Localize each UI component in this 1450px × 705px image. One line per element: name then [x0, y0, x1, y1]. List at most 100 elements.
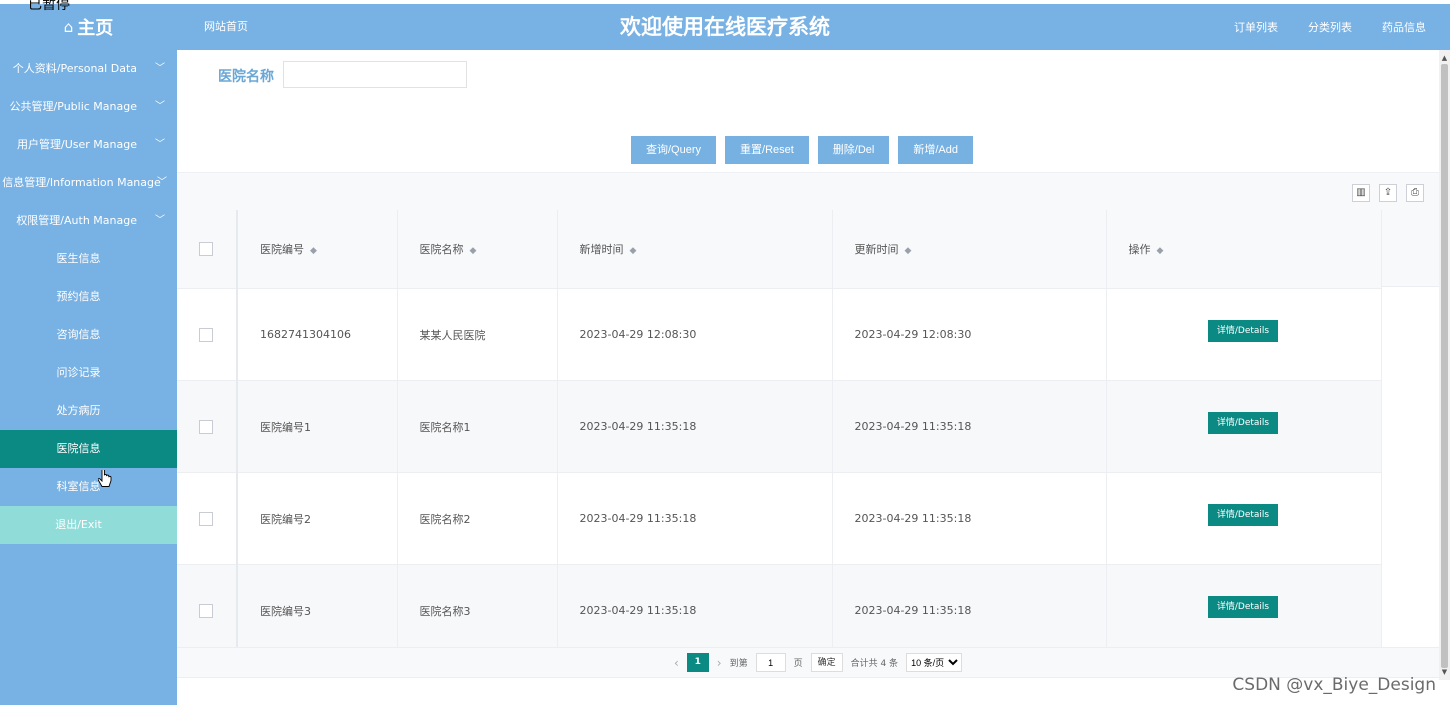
cell-updated-time: 2023-04-29 11:35:18 — [832, 472, 1107, 565]
details-button[interactable]: 详情/Details — [1207, 503, 1279, 526]
sidebar-item-consultations[interactable]: 咨询信息 — [0, 316, 177, 354]
cell-hospital-code: 医院编号2 — [237, 472, 398, 565]
delete-button[interactable]: 删除/Del — [817, 136, 890, 164]
action-button-row: 查询/Query 重置/Reset 删除/Del 新增/Add — [631, 136, 974, 164]
header-label: 更新时间 — [854, 243, 899, 256]
scroll-up-icon[interactable]: ▲ — [1439, 52, 1450, 64]
table-row: 医院编号2 医院名称2 2023-04-29 11:35:18 2023-04-… — [177, 472, 1382, 565]
header-updated-time[interactable]: 更新时间 ◆ — [832, 210, 1107, 289]
cell-hospital-name: 医院名称2 — [397, 472, 558, 565]
query-button[interactable]: 查询/Query — [631, 136, 717, 164]
sort-icon[interactable]: ◆ — [310, 246, 317, 256]
site-home-link[interactable]: 网站首页 — [204, 4, 248, 50]
sort-icon[interactable]: ◆ — [1157, 246, 1164, 256]
reset-button[interactable]: 重置/Reset — [725, 136, 809, 164]
sidebar-group-information[interactable]: 信息管理/Information Manage ﹀ — [0, 164, 177, 202]
sidebar-item-appointments[interactable]: 预约信息 — [0, 278, 177, 316]
top-link-categories[interactable]: 分类列表 — [1308, 19, 1352, 35]
home-brand-link[interactable]: ⌂ 主页 — [0, 4, 177, 50]
header-checkbox-cell — [177, 210, 238, 289]
home-icon: ⌂ — [63, 18, 74, 36]
paused-overlay-label: 已暂停 — [28, 0, 70, 13]
top-link-orders[interactable]: 订单列表 — [1234, 19, 1278, 35]
sort-icon[interactable]: ◆ — [905, 246, 912, 256]
cell-updated-time: 2023-04-29 11:35:18 — [832, 380, 1107, 473]
sidebar-group-label: 个人资料/Personal Data — [12, 62, 137, 75]
header-label: 操作 — [1128, 243, 1151, 256]
sidebar-item-exit[interactable]: 退出/Exit — [0, 506, 177, 544]
goto-page-input[interactable] — [755, 653, 786, 672]
cell-hospital-code: 1682741304106 — [237, 288, 398, 381]
add-button[interactable]: 新增/Add — [898, 136, 974, 164]
search-label: 医院名称 — [218, 69, 274, 85]
sidebar-group-label: 公共管理/Public Manage — [9, 100, 137, 113]
goto-suffix-label: 页 — [793, 659, 803, 669]
top-header: ⌂ 主页 网站首页 欢迎使用在线医疗系统 订单列表 分类列表 药品信息 — [0, 4, 1450, 50]
hospital-table: 医院编号 ◆ 医院名称 ◆ 新增时间 ◆ 更新时间 ◆ 操作 ◆ 168274130410… — [177, 210, 1439, 647]
header-hospital-name[interactable]: 医院名称 ◆ — [397, 210, 558, 289]
row-checkbox[interactable] — [199, 603, 213, 618]
details-button[interactable]: 详情/Details — [1207, 595, 1279, 618]
row-checkbox-cell — [177, 564, 238, 647]
row-checkbox[interactable] — [199, 511, 213, 526]
print-icon[interactable]: ⎙ — [1406, 184, 1424, 202]
details-button[interactable]: 详情/Details — [1207, 411, 1279, 434]
cell-operation: 详情/Details — [1106, 288, 1382, 381]
sort-icon[interactable]: ◆ — [630, 246, 637, 256]
sidebar-group-label: 权限管理/Auth Manage — [16, 214, 137, 227]
scroll-down-icon[interactable]: ▼ — [1439, 666, 1450, 678]
header-created-time[interactable]: 新增时间 ◆ — [557, 210, 833, 289]
table-row: 医院编号3 医院名称3 2023-04-29 11:35:18 2023-04-… — [177, 564, 1382, 647]
select-all-checkbox[interactable] — [199, 242, 213, 256]
row-checkbox[interactable] — [199, 419, 213, 434]
sidebar-group-user[interactable]: 用户管理/User Manage ﹀ — [0, 126, 177, 164]
chevron-down-icon: ﹀ — [155, 215, 165, 226]
sidebar-item-doctors[interactable]: 医生信息 — [0, 240, 177, 278]
sidebar-group-personal[interactable]: 个人资料/Personal Data ﹀ — [0, 50, 177, 88]
row-checkbox-cell — [177, 380, 238, 473]
sidebar-item-visit-records[interactable]: 问诊记录 — [0, 354, 177, 392]
top-nav: 订单列表 分类列表 药品信息 — [1234, 4, 1426, 50]
scrollbar-thumb[interactable] — [1441, 64, 1448, 668]
top-link-medicines[interactable]: 药品信息 — [1382, 19, 1426, 35]
row-checkbox[interactable] — [199, 327, 213, 342]
details-button[interactable]: 详情/Details — [1207, 319, 1279, 342]
header-label: 医院编号 — [260, 243, 304, 256]
table-row: 医院编号1 医院名称1 2023-04-29 11:35:18 2023-04-… — [177, 380, 1382, 473]
sidebar-group-auth[interactable]: 权限管理/Auth Manage ﹀ — [0, 202, 177, 240]
sidebar-group-public[interactable]: 公共管理/Public Manage ﹀ — [0, 88, 177, 126]
sidebar-item-departments[interactable]: 科室信息 — [0, 468, 177, 506]
page-title: 欢迎使用在线医疗系统 — [620, 15, 830, 39]
hospital-name-search-input[interactable] — [283, 61, 467, 88]
sidebar-item-prescriptions[interactable]: 处方病历 — [0, 392, 177, 430]
sidebar: 个人资料/Personal Data ﹀ 公共管理/Public Manage … — [0, 50, 177, 705]
header-label: 医院名称 — [419, 243, 464, 256]
chevron-down-icon: ﹀ — [157, 177, 167, 188]
sidebar-group-label: 用户管理/User Manage — [17, 138, 137, 151]
header-label: 新增时间 — [579, 243, 624, 256]
sort-icon[interactable]: ◆ — [470, 246, 477, 256]
brand-label: 主页 — [77, 18, 114, 39]
table-toolbar: ▥ ⇪ ⎙ — [177, 172, 1439, 211]
watermark: CSDN @vx_Biye_Design — [1232, 675, 1436, 695]
goto-confirm-button[interactable]: 确定 — [810, 653, 843, 672]
sidebar-item-hospitals[interactable]: 医院信息 — [0, 430, 177, 468]
page-size-select[interactable]: 10 条/页 — [906, 653, 963, 672]
page-1-button[interactable]: 1 — [686, 653, 709, 672]
total-count-label: 合计共 4 条 — [850, 659, 899, 669]
goto-prefix-label: 到第 — [729, 659, 748, 669]
header-operation[interactable]: 操作 ◆ — [1106, 210, 1382, 289]
columns-filter-icon[interactable]: ▥ — [1352, 184, 1370, 202]
cell-created-time: 2023-04-29 11:35:18 — [557, 564, 833, 647]
header-hospital-code[interactable]: 医院编号 ◆ — [237, 210, 398, 289]
cell-hospital-code: 医院编号1 — [237, 380, 398, 473]
hand-pointer-icon — [98, 470, 112, 487]
export-icon[interactable]: ⇪ — [1379, 184, 1397, 202]
prev-page-icon[interactable]: ‹ — [674, 656, 679, 670]
pagination: ‹ 1 › 到第 页 确定 合计共 4 条 10 条/页 — [177, 647, 1439, 678]
vertical-scrollbar[interactable]: ▲ ▼ — [1439, 50, 1450, 680]
cell-created-time: 2023-04-29 11:35:18 — [557, 380, 833, 473]
cell-operation: 详情/Details — [1106, 380, 1382, 473]
next-page-icon[interactable]: › — [717, 656, 722, 670]
sidebar-group-label: 信息管理/Information Manage — [2, 176, 161, 189]
